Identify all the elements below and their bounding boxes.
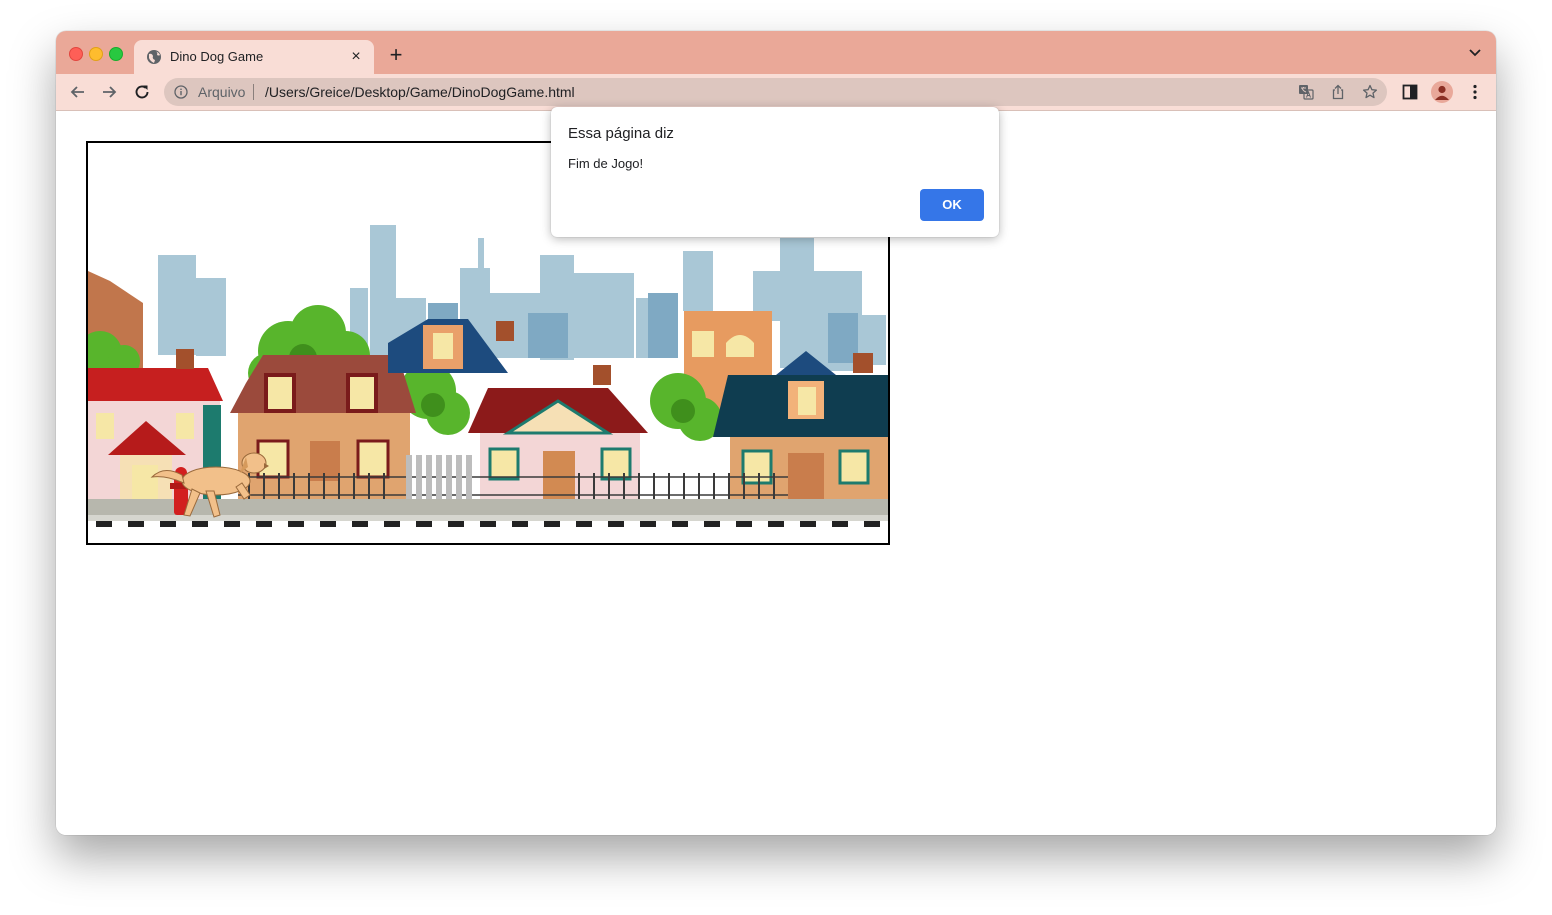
address-scheme-label: Arquivo: [198, 84, 246, 100]
ok-button[interactable]: OK: [920, 189, 984, 221]
share-icon[interactable]: [1330, 84, 1346, 100]
new-tab-button[interactable]: +: [386, 44, 406, 66]
tab-bar: Dino Dog Game × +: [56, 31, 1496, 74]
person-icon: [1435, 85, 1449, 100]
address-url[interactable]: /Users/Greice/Desktop/Game/DinoDogGame.h…: [265, 84, 575, 100]
bookmark-star-icon[interactable]: [1362, 84, 1378, 100]
info-icon[interactable]: [174, 85, 188, 99]
tab-dino-dog-game[interactable]: Dino Dog Game ×: [134, 40, 374, 74]
alert-dialog: Essa página diz Fim de Jogo! OK: [551, 107, 999, 237]
reload-icon[interactable]: [132, 82, 152, 102]
tab-title: Dino Dog Game: [170, 49, 264, 64]
profile-avatar[interactable]: [1431, 81, 1453, 103]
window-close-button[interactable]: [69, 47, 83, 61]
back-arrow-icon[interactable]: [68, 82, 88, 102]
address-separator: [253, 84, 254, 100]
window-minimize-button[interactable]: [89, 47, 103, 61]
browser-toolbar: Arquivo /Users/Greice/Desktop/Game/DinoD…: [56, 74, 1496, 111]
forward-arrow-icon[interactable]: [99, 82, 119, 102]
dialog-title: Essa página diz: [568, 125, 674, 142]
tab-close-icon[interactable]: ×: [348, 49, 364, 65]
more-vertical-icon[interactable]: [1466, 83, 1484, 101]
browser-window: Dino Dog Game × + Arquivo /Users/Greice/…: [56, 31, 1496, 835]
chevron-down-icon[interactable]: [1468, 47, 1482, 59]
address-bar[interactable]: Arquivo /Users/Greice/Desktop/Game/DinoD…: [164, 78, 1387, 106]
side-panel-icon[interactable]: [1401, 83, 1419, 101]
window-maximize-button[interactable]: [109, 47, 123, 61]
globe-icon: [147, 50, 161, 64]
translate-icon[interactable]: [1298, 84, 1314, 100]
curb-dashes: [96, 521, 880, 527]
dialog-message: Fim de Jogo!: [568, 156, 644, 171]
